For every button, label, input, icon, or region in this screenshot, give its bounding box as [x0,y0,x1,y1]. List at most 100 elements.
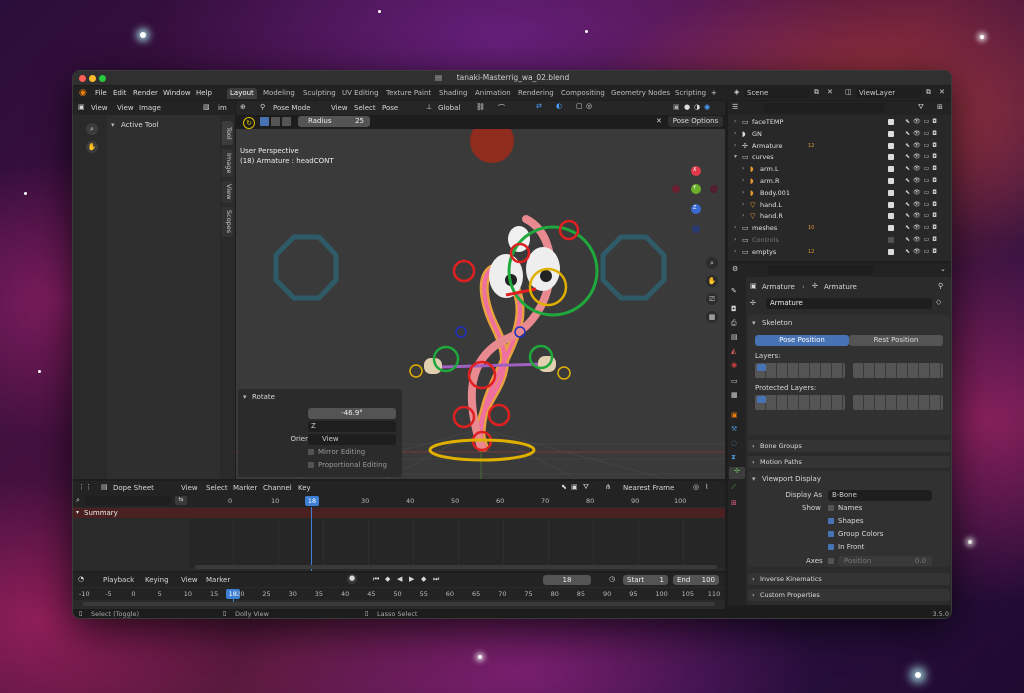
tab-image[interactable]: Image [222,149,233,177]
outliner-row[interactable]: › ▭ emptys 12 ⬉👁▭◘ [728,247,946,258]
dope-sheet-key-menu[interactable]: Key [298,484,311,492]
exclude-checkbox[interactable] [888,201,894,208]
select-new-icon[interactable] [260,117,269,126]
viewport-pan-icon[interactable]: ✋ [706,275,718,287]
viewport-pose-menu[interactable]: Pose [382,104,398,112]
protected-layers-grid-left[interactable] [755,395,845,410]
timeline-editor-type-icon[interactable]: ◔ [78,575,84,583]
exclude-checkbox[interactable] [888,189,894,196]
add-workspace-icon[interactable]: + [711,89,717,97]
play-reverse-icon[interactable]: ◀ [397,575,402,583]
tab-tool[interactable]: Tool [222,121,233,145]
viewport-view-menu[interactable]: View [331,104,348,112]
rendered-mode-icon[interactable]: ◉ [704,103,710,111]
workspace-tab-scripting[interactable]: Scripting [672,88,709,99]
gizmo-icon[interactable]: ⇄ [536,102,542,110]
exclude-checkbox[interactable] [888,166,894,173]
close-window-button[interactable] [79,75,86,82]
jump-end-icon[interactable]: ⏭ [433,575,439,584]
record-icon[interactable]: ● [347,574,357,584]
menu-help[interactable]: Help [196,89,212,97]
workspace-tab-animation[interactable]: Animation [472,88,514,99]
zoom-window-button[interactable] [99,75,106,82]
menu-window[interactable]: Window [163,89,191,97]
active-layer-cell[interactable] [757,364,766,371]
delete-view-layer-icon[interactable]: ✕ [939,88,945,96]
outliner-row[interactable]: › ◗ Body.001 ⬉👁▭◘ [728,188,946,199]
image-editor-view2-menu[interactable]: View [117,104,134,112]
only-selected-icon[interactable]: ⬉ [561,483,567,491]
proportional-icon[interactable]: ◎ [693,483,699,491]
select-subtract-icon[interactable] [282,117,291,126]
in-front-checkbox[interactable] [828,544,834,550]
filter-icon[interactable]: ⛛ [918,103,924,112]
viewport-display-collapse-icon[interactable]: ▾ [752,475,756,483]
expand-arrow-icon[interactable]: › [742,165,744,172]
expand-arrow-icon[interactable]: › [734,236,736,243]
xray-toggle-icon[interactable]: ▣ [673,103,680,111]
workspace-tab-uv-editing[interactable]: UV Editing [339,88,382,99]
collapse-arrow-icon[interactable]: ▾ [111,121,115,129]
select-extend-icon[interactable] [271,117,280,126]
armature-data-properties-icon[interactable]: ✢ [729,467,745,479]
pose-position-button[interactable]: Pose Position [755,335,849,346]
exclude-checkbox[interactable] [888,130,894,137]
scene-selector[interactable]: Scene [744,88,810,98]
angle-field[interactable]: -46.9° [308,408,396,419]
visibility-toggles-icon[interactable]: ⬉👁▭◘ [905,248,940,255]
dope-playhead-line[interactable] [311,507,312,571]
viewport-display-title[interactable]: Viewport Display [762,475,821,483]
workspace-tab-modeling[interactable]: Modeling [260,88,298,99]
expand-arrow-icon[interactable]: › [742,177,744,184]
image-browse-icon[interactable]: ▧ [203,103,210,111]
pivot-icon[interactable]: ⛓ [476,103,485,111]
orientation-dropdown[interactable]: View [308,434,396,445]
gizmo-z-label[interactable]: Z [693,205,696,211]
axes-position-field[interactable]: Position 0.0 [838,556,932,566]
snap-icon[interactable]: ⌒ [498,103,505,113]
menu-file[interactable]: File [95,89,107,97]
dope-sheet-channel-menu[interactable]: Channel [263,484,292,492]
expand-arrow-icon[interactable]: › [734,248,736,255]
modifier-properties-icon[interactable]: ⚒ [731,425,737,433]
visibility-toggles-icon[interactable]: ⬉👁▭◘ [905,177,940,184]
expand-arrow-icon[interactable]: › [742,212,744,219]
workspace-tab-layout[interactable]: Layout [227,88,257,99]
new-view-layer-icon[interactable]: ⧉ [926,88,931,97]
jump-key-back-icon[interactable]: ◆ [385,575,390,583]
keying-menu[interactable]: Keying [145,576,169,584]
new-collection-icon[interactable]: ⊞ [937,103,943,111]
visibility-toggles-icon[interactable]: ⬉👁▭◘ [905,224,940,231]
visibility-toggles-icon[interactable]: ⬉👁▭◘ [905,236,940,243]
gizmo-x-label[interactable]: X [693,167,696,173]
hand-pan-icon[interactable]: ✋ [86,141,98,153]
rest-position-button[interactable]: Rest Position [849,335,943,346]
outliner-row[interactable]: › ◗ arm.L ⬉👁▭◘ [728,164,946,175]
shapes-checkbox[interactable] [828,518,834,524]
dope-sheet-view-menu[interactable]: View [181,484,198,492]
display-as-dropdown[interactable]: B-Bone [828,490,932,501]
current-frame-field[interactable]: 18 [543,575,591,585]
bone-constraint-icon[interactable]: ⊞ [731,499,737,507]
outliner-row[interactable]: ▾ ▭ curves ⬉👁▭◘ [728,152,946,163]
playback-menu[interactable]: Playback [103,576,134,584]
menu-render[interactable]: Render [133,89,158,97]
fake-user-shield-icon[interactable]: ◇ [936,298,941,306]
image-editor-image-menu[interactable]: Image [139,104,161,112]
visibility-toggles-icon[interactable]: ⬉👁▭◘ [905,118,940,125]
outliner-row[interactable]: › ▭ meshes 10 ⬉👁▭◘ [728,223,946,234]
texture-properties-icon[interactable]: ▦ [731,391,738,399]
properties-search-input[interactable] [768,265,874,275]
inverse-kinematics-panel[interactable]: › Inverse Kinematics [748,573,950,585]
expand-arrow-icon[interactable]: › [734,130,736,137]
play-icon[interactable]: ▶ [409,575,414,583]
visibility-toggles-icon[interactable]: ⬉👁▭◘ [905,142,940,149]
world-properties-icon[interactable]: ◉ [731,361,737,369]
dope-current-frame-indicator[interactable]: 18 [305,496,319,506]
exclude-checkbox[interactable] [888,154,894,161]
jump-start-icon[interactable]: ⏮ [373,575,379,584]
tool-properties-icon[interactable]: ✎ [731,287,737,295]
exclude-checkbox[interactable] [888,119,894,125]
expand-arrow-icon[interactable]: › [742,201,744,208]
physics-properties-icon[interactable]: ◌ [731,439,737,447]
